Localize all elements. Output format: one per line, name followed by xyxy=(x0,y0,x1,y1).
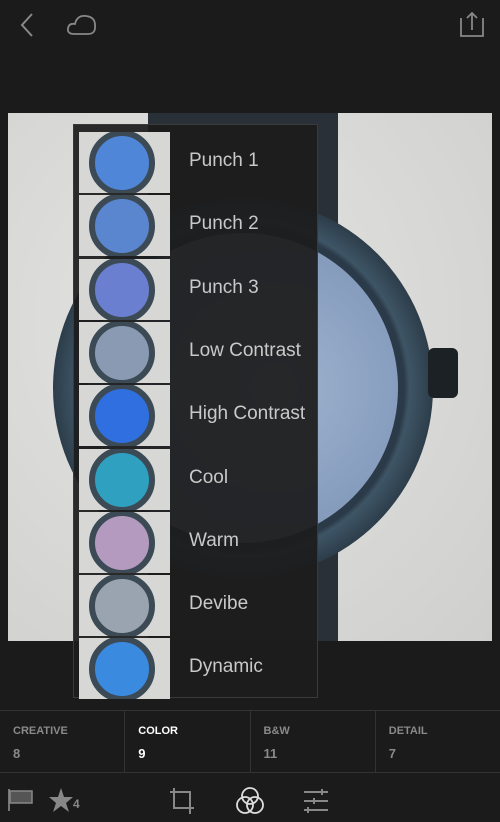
preset-label: Punch 1 xyxy=(189,150,259,171)
preset-item[interactable]: Low Contrast xyxy=(79,321,315,383)
preset-thumbnail xyxy=(79,448,170,510)
preset-label: Cool xyxy=(189,466,229,488)
preset-thumbnail xyxy=(79,575,170,637)
preset-label: Warm xyxy=(189,529,239,551)
preset-thumbnail xyxy=(79,321,170,383)
tab-detail[interactable]: DETAIL 7 xyxy=(376,711,500,772)
preset-label: Dynamic xyxy=(189,656,263,678)
preset-label: Punch 3 xyxy=(189,276,259,298)
preset-thumbnail xyxy=(79,638,170,700)
preset-thumbnail xyxy=(79,132,170,193)
tab-count: 8 xyxy=(13,746,21,761)
tab-color[interactable]: COLOR 9 xyxy=(125,711,251,772)
tab-creative[interactable]: CREATIVE 8 xyxy=(0,711,126,772)
tab-name: CREATIVE xyxy=(13,725,68,737)
tab-name: B&W xyxy=(263,725,290,737)
back-icon[interactable] xyxy=(18,12,38,38)
preset-thumbnail xyxy=(79,385,170,447)
flag-icon[interactable] xyxy=(7,788,35,812)
adjust-sliders-icon[interactable] xyxy=(302,788,330,814)
star-icon[interactable] xyxy=(48,787,74,813)
preset-item[interactable]: Cool xyxy=(79,448,315,510)
preset-label: Punch 2 xyxy=(189,213,259,235)
preset-label: Devibe xyxy=(189,593,249,615)
preset-label: Low Contrast xyxy=(189,339,301,361)
tab-bw[interactable]: B&W 11 xyxy=(251,711,376,772)
preset-list[interactable]: Punch 1 Punch 2 Punch 3 Low Contrast High Co… xyxy=(73,124,318,700)
crop-icon[interactable] xyxy=(168,786,196,816)
preset-item[interactable]: Punch 1 xyxy=(79,132,315,193)
presets-icon[interactable] xyxy=(235,786,265,816)
tab-name: DETAIL xyxy=(388,725,428,737)
tab-name: COLOR xyxy=(138,725,178,737)
preset-item[interactable]: Devibe xyxy=(79,575,315,637)
share-icon[interactable] xyxy=(458,10,486,38)
preset-item[interactable]: Punch 3 xyxy=(79,258,315,320)
preset-thumbnail xyxy=(79,195,170,257)
preset-item[interactable]: Warm xyxy=(79,511,315,573)
preset-thumbnail xyxy=(79,511,170,573)
preset-category-tabs: CREATIVE 8 COLOR 9 B&W 11 DETAIL 7 xyxy=(0,710,500,773)
rating-count: 4 xyxy=(73,797,80,811)
preset-label: High Contrast xyxy=(189,403,306,425)
preset-thumbnail xyxy=(79,258,170,320)
tab-count: 11 xyxy=(263,746,278,761)
cloud-icon[interactable] xyxy=(66,12,100,38)
preset-item[interactable]: Dynamic xyxy=(79,638,315,700)
tab-count: 9 xyxy=(138,746,146,761)
preset-item[interactable]: High Contrast xyxy=(79,385,315,447)
preset-item[interactable]: Punch 2 xyxy=(79,195,315,257)
tab-count: 7 xyxy=(388,746,396,761)
